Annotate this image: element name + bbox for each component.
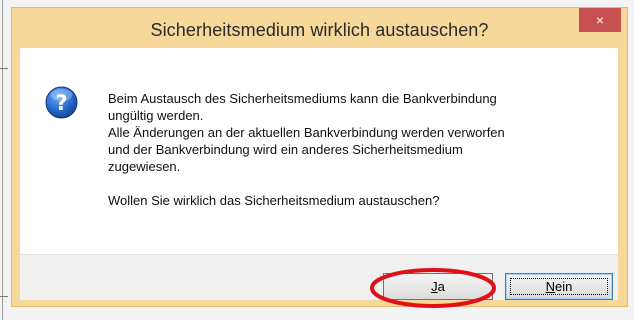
yes-button[interactable]: Ja [383,273,493,300]
no-mnemonic: N [545,279,556,294]
message-line: Alle Änderungen an der aktuellen Bankver… [108,125,505,140]
message-line: Beim Austausch des Sicherheitsmediums ka… [108,91,497,106]
dialog-title-bar[interactable]: Sicherheitsmedium wirklich austauschen? … [12,8,627,48]
yes-label-rest: a [437,279,445,294]
background-tick [0,296,8,297]
close-button[interactable]: × [579,8,621,32]
yes-button-label: Ja [431,279,445,294]
question-glyph: ? [55,91,67,115]
dialog-message: Beim Austausch des Sicherheitsmediums ka… [108,90,588,209]
message-line: zugewiesen. [108,159,181,174]
question-icon: ? [45,86,78,119]
message-line: und der Bankverbindung wird ein anderes … [108,142,463,157]
no-button[interactable]: Nein [505,273,613,300]
no-button-label: Nein [546,279,573,294]
close-icon: × [595,12,605,28]
message-question: Wollen Sie wirklich das Sicherheitsmediu… [108,193,440,208]
no-label-rest: ein [555,279,573,294]
dialog-title: Sicherheitsmedium wirklich austauschen? [150,20,489,40]
message-line: ungültig werden. [108,108,204,123]
background-tick [0,68,8,69]
background-divider [2,0,3,320]
